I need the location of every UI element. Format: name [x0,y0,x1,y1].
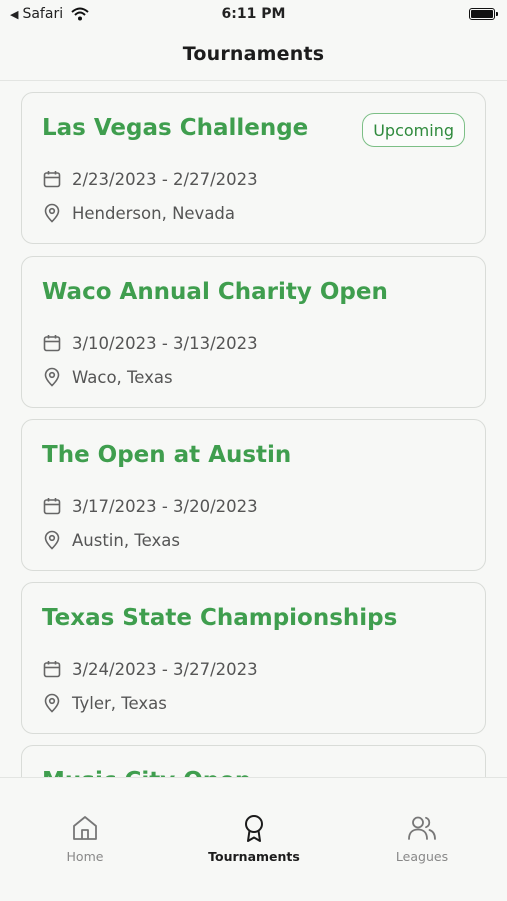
award-icon [245,815,263,842]
tournament-name: Music City Open [42,768,251,777]
calendar-icon [43,171,61,188]
tournament-card[interactable]: Las Vegas Challenge Upcoming 2/23/2023 -… [21,92,486,244]
map-pin-icon [44,203,60,223]
tournament-name: Waco Annual Charity Open [42,279,388,305]
page-title: Tournaments [182,43,325,65]
tournament-location: Waco, Texas [72,367,173,387]
home-icon [73,816,97,840]
map-pin-icon [44,530,60,550]
date-row: 2/23/2023 - 2/27/2023 [42,169,258,189]
tab-label: Leagues [395,849,449,864]
calendar-icon [43,498,61,515]
tab-home[interactable]: Home [25,813,145,864]
calendar-icon [43,335,61,352]
location-row: Henderson, Nevada [42,203,235,223]
tournament-card[interactable]: The Open at Austin 3/17/2023 - 3/20/2023… [21,419,486,571]
tab-leagues[interactable]: Leagues [362,813,482,864]
tournament-location: Austin, Texas [72,530,180,550]
wifi-icon [71,7,89,21]
tournament-dates: 3/24/2023 - 3/27/2023 [72,659,258,679]
back-arrow-icon: ◀ [10,7,19,21]
tournament-name: Las Vegas Challenge [42,115,309,141]
map-pin-icon [44,367,60,387]
tournament-location: Henderson, Nevada [72,203,236,223]
status-badge: Upcoming [362,113,465,147]
tab-tournaments[interactable]: Tournaments [194,813,314,864]
tab-bar: Home Tournaments Leagues [0,777,507,901]
date-row: 3/24/2023 - 3/27/2023 [42,659,258,679]
tournament-dates: 3/10/2023 - 3/13/2023 [72,333,258,353]
date-row: 3/10/2023 - 3/13/2023 [42,333,258,353]
tournament-location: Tyler, Texas [72,693,167,713]
calendar-icon [43,661,61,678]
tournament-name: Texas State Championships [42,605,398,631]
back-app-label: Safari [22,6,64,22]
tournament-list[interactable]: Las Vegas Challenge Upcoming 2/23/2023 -… [0,81,507,777]
tab-label: Tournaments [208,849,300,864]
nav-bar: Tournaments [0,28,507,81]
tournament-dates: 2/23/2023 - 2/27/2023 [72,169,258,189]
map-pin-icon [44,693,60,713]
location-row: Austin, Texas [42,530,180,550]
tournament-card[interactable]: Waco Annual Charity Open 3/10/2023 - 3/1… [21,256,486,408]
battery-icon [469,8,498,20]
back-to-app[interactable]: ◀ Safari [10,6,89,22]
tournament-card[interactable]: Texas State Championships 3/24/2023 - 3/… [21,582,486,734]
date-row: 3/17/2023 - 3/20/2023 [42,496,258,516]
tournament-name: The Open at Austin [42,442,292,468]
location-row: Tyler, Texas [42,693,167,713]
users-icon [408,816,436,840]
tournament-card[interactable]: Music City Open [21,745,486,777]
location-row: Waco, Texas [42,367,173,387]
tournament-dates: 3/17/2023 - 3/20/2023 [72,496,258,516]
status-bar: ◀ Safari 6:11 PM [0,0,507,28]
tab-label: Home [66,849,104,864]
